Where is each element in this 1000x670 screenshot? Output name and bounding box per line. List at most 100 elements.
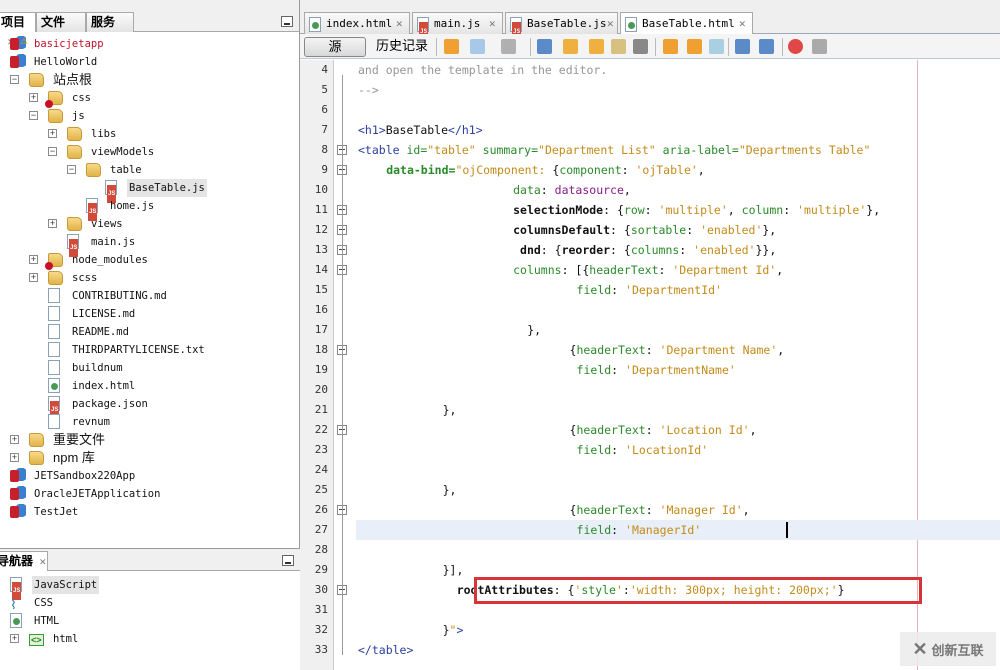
tab-navigator[interactable]: 导航器 ✕: [0, 551, 48, 571]
code-line[interactable]: data-bind="ojComponent: {component: 'ojT…: [386, 160, 705, 180]
code-line[interactable]: selectionMode: {row: 'multiple', column:…: [513, 200, 880, 220]
tree-node-label: package.json: [72, 398, 148, 410]
tree-node[interactable]: home.js: [86, 197, 156, 221]
expand-icon[interactable]: +: [48, 129, 57, 138]
tree-node[interactable]: JavaScript: [10, 576, 100, 600]
expand-icon[interactable]: +: [29, 273, 38, 282]
shift-left-icon[interactable]: [735, 39, 750, 54]
tree-node[interactable]: 重要文件: [29, 431, 107, 449]
expand-icon[interactable]: +: [10, 435, 19, 444]
find-previous-icon[interactable]: [563, 39, 578, 54]
code-line[interactable]: data: datasource,: [513, 180, 631, 200]
code-line[interactable]: dnd: {reorder: {columns: 'enabled'}},: [513, 240, 776, 260]
line-number: 19: [314, 363, 328, 376]
tree-node[interactable]: main.js: [67, 233, 137, 257]
tab-projects[interactable]: 项目✕: [0, 12, 36, 47]
code-line[interactable]: </table>: [358, 640, 413, 660]
tree-node[interactable]: npm 库: [29, 449, 97, 467]
toggle-highlight-icon[interactable]: [611, 39, 626, 54]
find-next-icon[interactable]: [589, 39, 604, 54]
code-line[interactable]: <h1>BaseTable</h1>: [358, 120, 483, 140]
editor-tab[interactable]: index.html ✕: [304, 12, 410, 34]
shift-right-icon[interactable]: [759, 39, 774, 54]
tree-node[interactable]: ⚠ basicjetapp: [10, 35, 106, 53]
close-icon[interactable]: ✕: [738, 14, 746, 34]
tree-node[interactable]: ⌇ CSS: [10, 594, 55, 612]
tree-node[interactable]: css: [45, 89, 93, 108]
code-line[interactable]: }">: [443, 620, 464, 640]
code-line[interactable]: and open the template in the editor.: [358, 60, 607, 80]
tree-node[interactable]: JETSandbox220App: [10, 467, 137, 485]
tree-node[interactable]: libs: [67, 125, 118, 143]
expand-icon[interactable]: +: [10, 453, 19, 462]
code-line[interactable]: field: 'LocationId': [577, 440, 709, 460]
next-bookmark-icon[interactable]: [687, 39, 702, 54]
expand-icon[interactable]: +: [10, 634, 19, 643]
toggle-bookmark-icon[interactable]: [709, 39, 724, 54]
collapse-icon[interactable]: −: [29, 111, 38, 120]
expand-icon[interactable]: +: [48, 219, 57, 228]
code-line[interactable]: field: 'ManagerId': [577, 520, 702, 540]
last-edit-icon[interactable]: [444, 39, 459, 54]
code-line[interactable]: {headerText: 'Location Id',: [570, 420, 757, 440]
tree-node[interactable]: js: [48, 107, 87, 125]
find-icon[interactable]: [537, 39, 552, 54]
record-macro-icon[interactable]: [788, 39, 803, 54]
tree-node[interactable]: CONTRIBUTING.md: [48, 287, 169, 305]
tree-node[interactable]: node_modules: [45, 251, 150, 270]
code-line[interactable]: -->: [358, 80, 379, 100]
collapse-icon[interactable]: −: [67, 165, 76, 174]
source-button[interactable]: 源: [304, 37, 366, 57]
editor-tab[interactable]: BaseTable.html ✕: [620, 12, 753, 35]
code-line[interactable]: },: [443, 480, 457, 500]
tree-node[interactable]: TestJet: [10, 503, 80, 521]
tree-node[interactable]: index.html: [48, 377, 137, 395]
code-line[interactable]: columnsDefault: {sortable: 'enabled'},: [513, 220, 776, 240]
code-line[interactable]: }],: [443, 560, 464, 580]
close-icon[interactable]: ✕: [395, 14, 403, 34]
minimize-icon[interactable]: [282, 555, 294, 566]
tree-node[interactable]: README.md: [48, 323, 131, 341]
tab-files[interactable]: 文件: [36, 12, 86, 32]
minimize-icon[interactable]: [281, 16, 293, 27]
tree-node[interactable]: package.json: [48, 395, 150, 419]
code-line[interactable]: },: [443, 400, 457, 420]
stop-macro-icon[interactable]: [812, 39, 827, 54]
close-icon[interactable]: ✕: [606, 14, 614, 34]
collapse-icon[interactable]: −: [10, 75, 19, 84]
expand-icon[interactable]: +: [29, 255, 38, 264]
expand-icon[interactable]: +: [29, 93, 38, 102]
tree-node[interactable]: OracleJETApplication: [10, 485, 162, 503]
tree-node[interactable]: viewModels: [67, 143, 156, 161]
tree-node[interactable]: HelloWorld: [10, 53, 99, 71]
tree-node[interactable]: LICENSE.md: [48, 305, 137, 323]
code-line[interactable]: },: [527, 320, 541, 340]
tree-node[interactable]: revnum: [48, 413, 112, 431]
back-icon[interactable]: [470, 39, 485, 54]
code-line[interactable]: field: 'DepartmentId': [577, 280, 722, 300]
code-line[interactable]: {headerText: 'Manager Id',: [570, 500, 750, 520]
tab-services[interactable]: 服务: [86, 12, 134, 32]
tree-node[interactable]: <> html: [29, 630, 80, 648]
editor-tab[interactable]: BaseTable.js✕: [505, 12, 618, 42]
tree-node[interactable]: THIRDPARTYLICENSE.txt: [48, 341, 207, 359]
tree-node[interactable]: BaseTable.js: [105, 179, 207, 203]
code-line[interactable]: {headerText: 'Department Name',: [570, 340, 785, 360]
tree-node[interactable]: scss: [48, 269, 99, 287]
tree-node[interactable]: buildnum: [48, 359, 125, 377]
close-icon[interactable]: ✕: [39, 557, 47, 567]
editor-tab[interactable]: main.js ✕: [412, 12, 503, 42]
code-line[interactable]: field: 'DepartmentName': [577, 360, 736, 380]
history-button[interactable]: 历史记录: [376, 37, 428, 55]
close-icon[interactable]: ✕: [488, 14, 496, 34]
tree-node[interactable]: views: [67, 215, 125, 233]
tree-node[interactable]: 站点根: [29, 71, 94, 89]
tree-node[interactable]: table: [86, 161, 144, 179]
code-line[interactable]: columns: [{headerText: 'Department Id',: [513, 260, 783, 280]
tree-node[interactable]: HTML: [10, 612, 61, 630]
collapse-icon[interactable]: −: [48, 147, 57, 156]
forward-icon[interactable]: [501, 39, 516, 54]
toggle-rect-select-icon[interactable]: [633, 39, 648, 54]
previous-bookmark-icon[interactable]: [663, 39, 678, 54]
code-line[interactable]: <table id="table" summary="Department Li…: [358, 140, 870, 160]
